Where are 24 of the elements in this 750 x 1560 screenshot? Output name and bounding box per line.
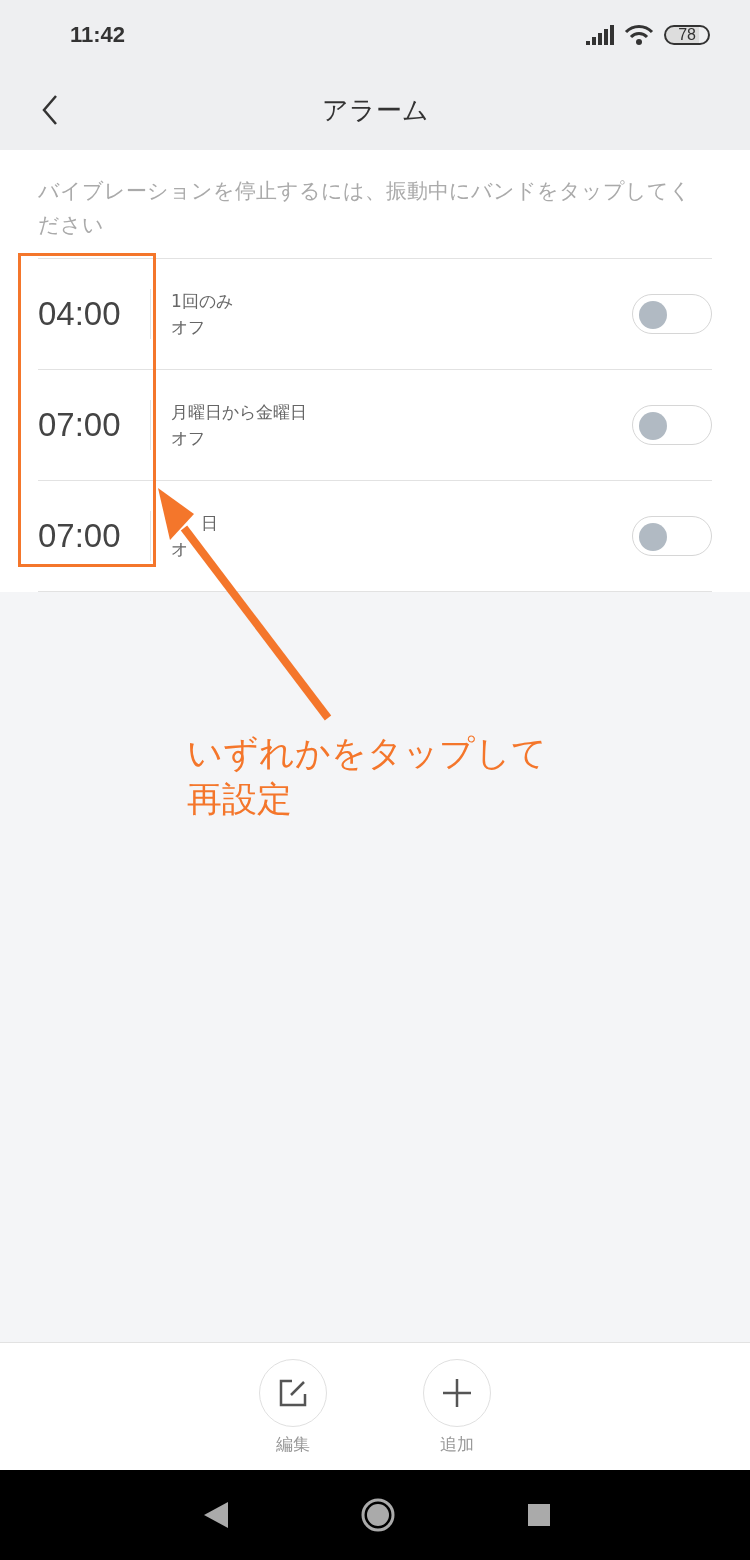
back-nav-icon[interactable] bbox=[204, 1502, 228, 1528]
page-title: アラーム bbox=[321, 93, 429, 127]
plus-icon bbox=[442, 1378, 472, 1408]
alarm-status: オフ bbox=[171, 427, 206, 450]
alarm-toggle[interactable] bbox=[632, 294, 712, 334]
status-time: 11:42 bbox=[70, 22, 126, 48]
alarm-repeat: 1回のみ bbox=[171, 290, 234, 313]
instruction-text: バイブレーションを停止するには、振動中にバンドをタップしてください bbox=[38, 178, 692, 239]
recents-nav-icon[interactable] bbox=[528, 1504, 550, 1526]
alarm-toggle[interactable] bbox=[632, 405, 712, 445]
wifi-icon bbox=[624, 24, 655, 46]
alarm-repeat: 月曜日から金曜日 bbox=[171, 401, 308, 424]
alarm-status: オ bbox=[171, 538, 189, 561]
alarm-time[interactable]: 07:00 bbox=[38, 517, 150, 555]
alarm-toggle[interactable] bbox=[632, 516, 712, 556]
edit-icon bbox=[278, 1378, 308, 1408]
alarm-time[interactable]: 04:00 bbox=[38, 295, 150, 333]
alarm-status: オフ bbox=[171, 316, 206, 339]
annotation-text: いずれかをタップして再設定 bbox=[187, 732, 548, 821]
alarm-repeat: 日 bbox=[200, 512, 219, 535]
signal-icon bbox=[586, 25, 615, 45]
battery-level: 78 bbox=[664, 25, 710, 45]
home-nav-icon[interactable] bbox=[361, 1498, 395, 1532]
alarm-time[interactable]: 07:00 bbox=[38, 406, 150, 444]
